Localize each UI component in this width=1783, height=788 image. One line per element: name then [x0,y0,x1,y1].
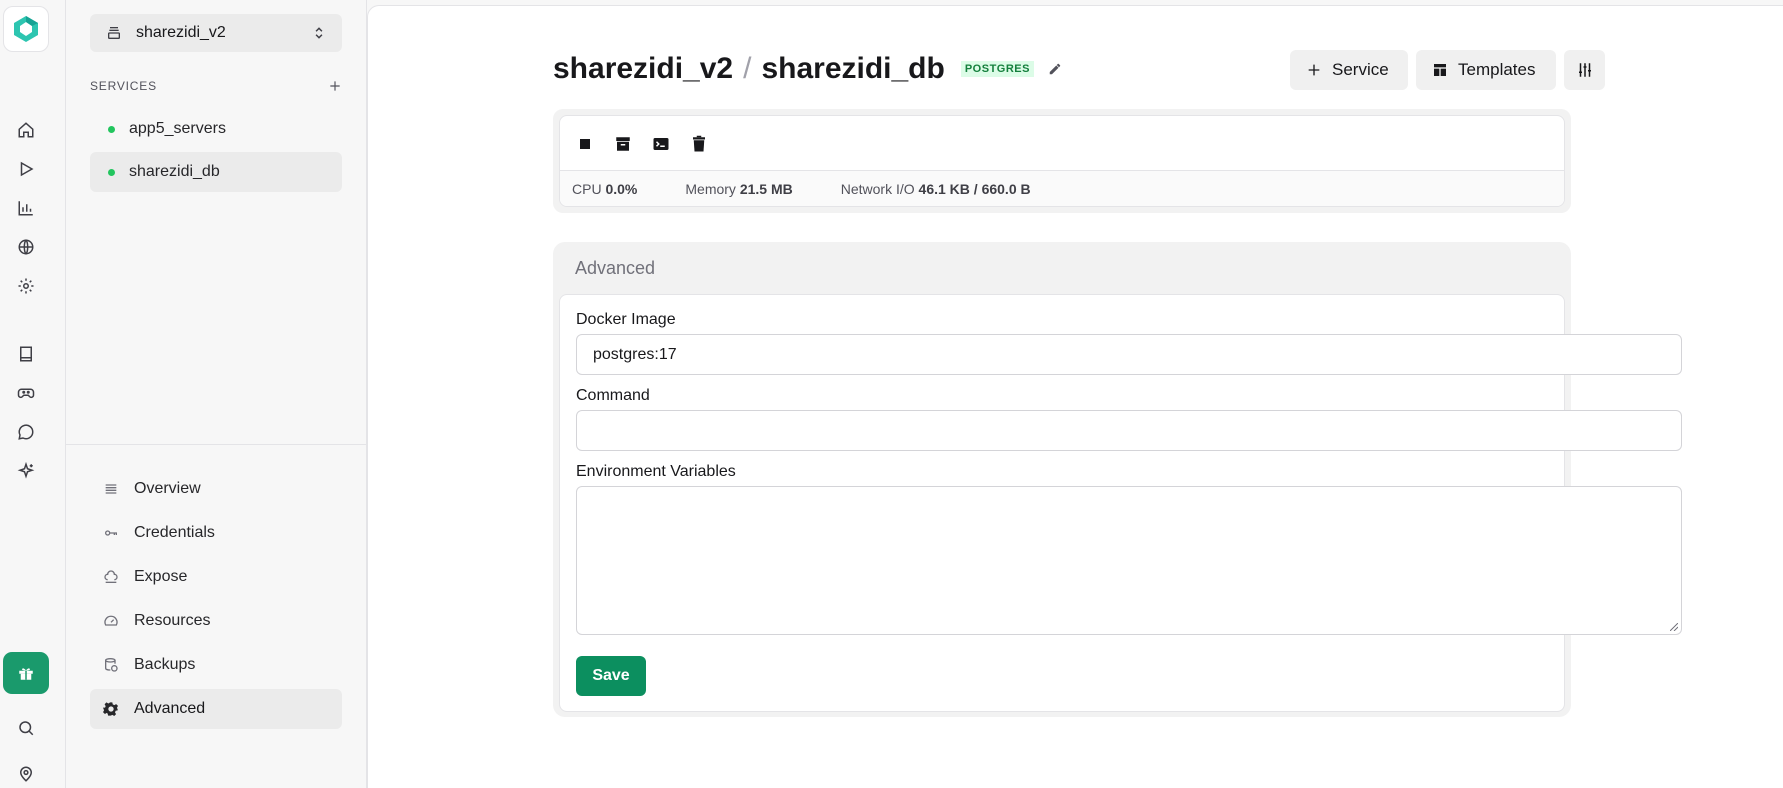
add-service-button[interactable]: Service [1290,50,1408,90]
env-variables-label: Environment Variables [576,463,736,480]
advanced-form: Docker Image postgres:17 Command Environ… [559,294,1682,712]
command-input[interactable] [576,410,1682,451]
command-label: Command [576,387,650,404]
advanced-card: Advanced Docker Image postgres:17 Comman… [553,242,1682,717]
nav-label: Advanced [134,700,206,717]
archive-icon[interactable] [612,133,634,155]
chat-icon[interactable] [14,420,38,444]
cloud-upload-icon [102,568,120,586]
network-value: 46.1 KB / 660.0 B [918,180,1031,197]
templates-label: Templates [1458,60,1536,79]
add-service-label: Service [1332,60,1389,79]
container-metrics: CPU 0.0% Memory 21.5 MB Network I/O 46.1… [560,170,1564,206]
globe-icon[interactable] [14,235,38,259]
advanced-title: Advanced [575,257,656,278]
container-actions [560,116,1564,172]
sidebar: sharezidi_v2 SERVICES app5_servers share… [66,0,367,788]
bar-chart-icon[interactable] [14,196,38,220]
icon-rail [0,0,66,788]
cpu-label: CPU [572,180,602,197]
breadcrumb-project[interactable]: sharezidi_v2 [553,52,733,86]
app-logo[interactable] [3,6,49,52]
settings-icon[interactable] [14,274,38,298]
nav-label: Overview [134,480,201,497]
service-item-sharezidi-db[interactable]: sharezidi_db [90,152,342,192]
breadcrumb: sharezidi_v2 / sharezidi_db POSTGRES [553,52,1062,86]
trash-icon[interactable] [688,133,710,155]
search-icon[interactable] [14,716,38,740]
layers-icon [108,27,120,39]
gauge-icon [102,612,120,630]
cpu-value: 0.0% [605,180,638,197]
book-icon[interactable] [14,342,38,366]
services-label: SERVICES [90,79,157,93]
template-icon [1434,64,1446,76]
logo-icon [14,16,38,42]
list-icon [102,480,120,498]
nav-item-overview[interactable]: Overview [90,469,342,509]
save-button[interactable]: Save [576,656,646,696]
service-settings-button[interactable] [1564,50,1605,90]
container-status-card: CPU 0.0% Memory 21.5 MB Network I/O 46.1… [553,109,1571,213]
home-icon[interactable] [14,118,38,142]
nav-label: Backups [134,656,196,673]
nav-item-backups[interactable]: Backups [90,645,342,685]
nav-label: Expose [134,568,188,585]
breadcrumb-service: sharezidi_db [761,52,945,85]
container-status-inner: CPU 0.0% Memory 21.5 MB Network I/O 46.1… [559,115,1565,207]
nav-item-expose[interactable]: Expose [90,557,342,597]
chevron-up-down-icon [315,27,323,39]
service-type-badge: POSTGRES [960,61,1034,77]
add-service-icon[interactable] [328,79,342,93]
pencil-icon[interactable] [1048,62,1062,76]
gift-button[interactable] [3,652,49,694]
sliders-icon [1578,63,1591,77]
plus-icon [1308,64,1320,76]
nav-label: Credentials [134,524,215,541]
nav-item-credentials[interactable]: Credentials [90,513,342,553]
gift-icon [19,668,33,680]
service-name: sharezidi_db [129,163,220,180]
play-icon[interactable] [14,157,38,181]
status-dot [108,168,115,176]
memory-label: Memory [685,180,736,197]
env-variables-textarea[interactable] [576,486,1682,635]
project-selector[interactable]: sharezidi_v2 [90,14,342,52]
nav-item-advanced[interactable]: Advanced [90,689,342,729]
memory-value: 21.5 MB [739,180,793,197]
key-icon [102,524,120,542]
templates-button[interactable]: Templates [1416,50,1556,90]
main-panel: sharezidi_v2 / sharezidi_db POSTGRES Ser… [367,5,1783,788]
docker-image-label: Docker Image [576,311,676,328]
sidebar-divider [66,444,367,445]
stop-icon[interactable] [574,133,596,155]
service-item-app5-servers[interactable]: app5_servers [90,109,342,149]
nav-item-resources[interactable]: Resources [90,601,342,641]
nav-label: Resources [134,612,211,629]
network-label: Network I/O [840,180,915,197]
terminal-icon[interactable] [650,133,672,155]
breadcrumb-separator: / [743,52,752,85]
network-metric: Network I/O 46.1 KB / 660.0 B [841,181,1031,197]
status-dot [108,125,115,133]
service-name: app5_servers [129,120,226,137]
database-backup-icon [102,656,120,674]
services-header: SERVICES [90,78,342,94]
gamepad-icon[interactable] [14,381,38,405]
gear-icon [102,700,120,718]
memory-metric: Memory 21.5 MB [685,181,792,197]
user-location-icon[interactable] [14,762,38,786]
resize-handle-icon[interactable] [1670,623,1678,631]
cpu-metric: CPU 0.0% [572,181,637,197]
project-name: sharezidi_v2 [136,24,226,41]
sparkles-icon[interactable] [14,459,38,483]
docker-image-input[interactable]: postgres:17 [576,334,1682,375]
